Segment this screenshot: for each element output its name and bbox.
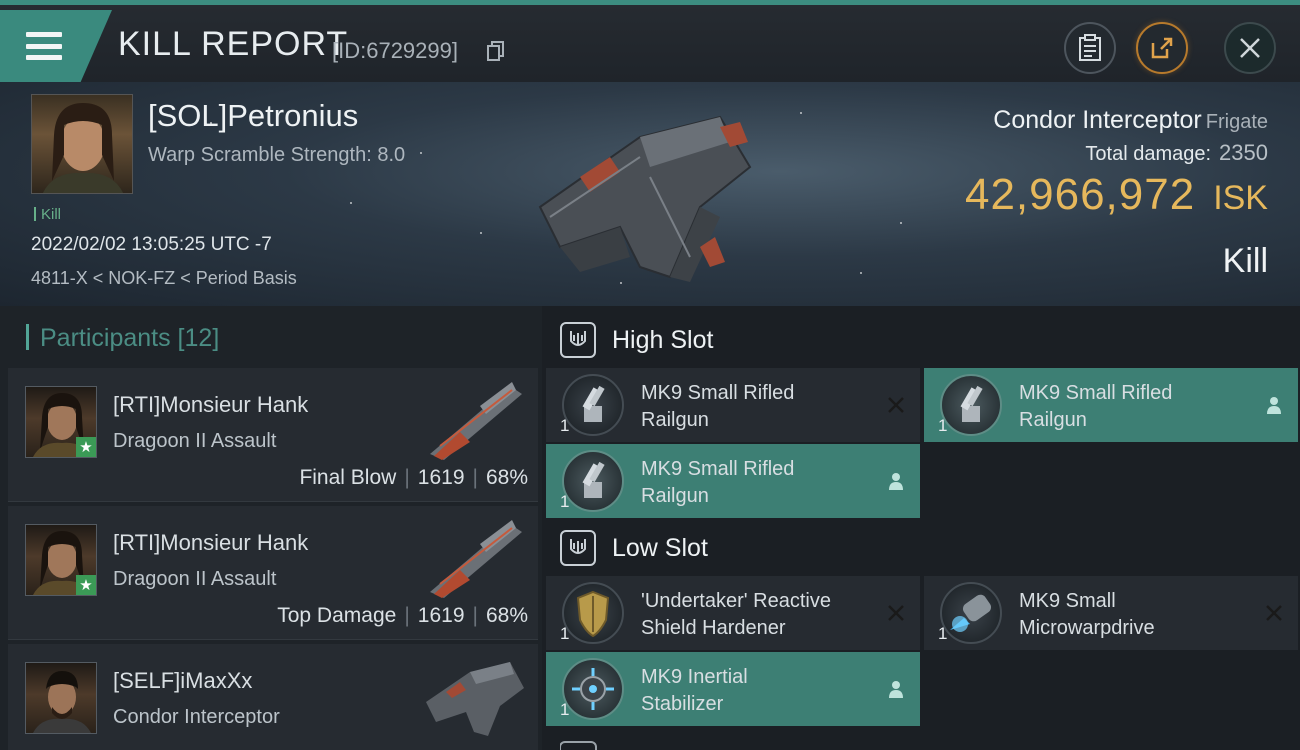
high-slot-icon [560,322,596,358]
high-slot-label: High Slot [612,325,714,354]
railgun-icon [562,374,624,436]
module-item[interactable]: 1 MK9 Small Rifled Railgun [924,368,1298,442]
warp-scramble-strength: Warp Scramble Strength: 8.0 [148,144,406,166]
header-bar: KILL REPORT [ID:6729299] [0,0,1300,82]
victim-summary: [SOL]Petronius Warp Scramble Strength: 8… [0,82,1300,306]
dropped-person-icon [884,469,908,493]
dropped-person-icon [884,677,908,701]
page-title: KILL REPORT [118,25,349,63]
next-slot-header-partial [560,736,620,750]
module-quantity: 1 [560,700,570,719]
participant-stats: Final Blow | 1619 | 68% [299,466,528,489]
clipboard-icon [1079,34,1101,61]
participant-name: [RTI]Monsieur Hank [113,392,309,417]
module-name: MK9 Small Rifled Railgun [641,458,795,507]
dropped-person-icon [1262,393,1286,417]
share-button[interactable] [1136,22,1188,74]
destroyed-icon [884,393,908,417]
participant-ship: Dragoon II Assault [113,430,277,452]
participant-avatar: ★ [25,386,97,458]
kill-result: Kill [1222,242,1268,280]
close-icon [1240,38,1260,58]
module-name: MK9 Small Rifled Railgun [641,382,795,431]
close-button[interactable] [1224,22,1276,74]
participant-stats: Top Damage | 1619 | 68% [277,604,528,627]
participant-name: [SELF]iMaxXx [113,668,253,693]
low-slot-header: Low Slot [560,524,708,572]
participant-ship-image [430,382,522,460]
module-name: MK9 Small Microwarpdrive [1019,590,1155,639]
participant-avatar [25,662,97,734]
destroyed-icon [884,601,908,625]
victim-ship-image [538,115,752,282]
low-slot-icon [560,530,596,566]
participant-ship: Dragoon II Assault [113,568,277,590]
victim-name[interactable]: [SOL]Petronius [148,98,358,134]
participant-ship-image [426,662,524,736]
participant-name: [RTI]Monsieur Hank [113,530,309,555]
copy-icon[interactable] [487,41,505,61]
participant-ship-image [430,520,522,598]
module-item[interactable]: 1 MK9 Small Rifled Railgun [546,368,920,442]
destroyed-icon [1262,601,1286,625]
participant-avatar: ★ [25,524,97,596]
inertial-stabilizer-icon [562,658,624,720]
kill-tag: Kill [34,206,61,223]
kill-location[interactable]: 4811-X < NOK-FZ < Period Basis [31,268,297,289]
shield-hardener-icon [562,582,624,644]
microwarpdrive-icon [940,582,1002,644]
high-slot-header: High Slot [560,316,713,364]
total-damage: Total damage: 2350 [1085,140,1268,165]
module-quantity: 1 [938,624,948,643]
hamburger-icon [26,32,62,60]
star-icon: ★ [76,437,96,457]
pilot-portrait-icon [43,103,123,193]
module-item[interactable]: 1 'Undertaker' Reactive Shield Hardener [546,576,920,650]
kill-datetime: 2022/02/02 13:05:25 UTC -7 [31,234,272,255]
low-slot-label: Low Slot [612,533,708,562]
participants-title: Participants [12] [26,324,219,353]
module-quantity: 1 [560,492,570,511]
module-item[interactable]: 1 MK9 Small Rifled Railgun [546,444,920,518]
fitting-panel: High Slot 1 MK9 Small Rifled Railgun 1 MK… [542,306,1300,750]
clipboard-button[interactable] [1064,22,1116,74]
participant-row[interactable]: [SELF]iMaxXx Condor Interceptor [8,644,538,750]
railgun-icon [940,374,1002,436]
module-quantity: 1 [938,416,948,435]
module-item[interactable]: 1 MK9 Small Microwarpdrive [924,576,1298,650]
module-item[interactable]: 1 MK9 Inertial Stabilizer [546,652,920,726]
module-quantity: 1 [560,624,570,643]
star-icon: ★ [76,575,96,595]
report-id: [ID:6729299] [332,38,458,63]
victim-avatar[interactable] [31,94,133,194]
module-name: 'Undertaker' Reactive Shield Hardener [641,590,831,639]
menu-button[interactable] [0,10,112,82]
module-name: MK9 Small Rifled Railgun [1019,382,1173,431]
participants-panel: Participants [12] ★ [RTI]Monsieur Hank D… [0,306,542,750]
isk-value: 42,966,972 ISK [964,170,1268,219]
participant-row[interactable]: ★ [RTI]Monsieur Hank Dragoon II Assault … [8,506,538,640]
participant-ship: Condor Interceptor [113,706,280,728]
module-name: MK9 Inertial Stabilizer [641,666,748,715]
participant-row[interactable]: ★ [RTI]Monsieur Hank Dragoon II Assault … [8,368,538,502]
railgun-icon [562,450,624,512]
victim-ship-type[interactable]: Condor Interceptor Frigate [993,106,1268,135]
share-icon [1151,37,1173,59]
module-quantity: 1 [560,416,570,435]
